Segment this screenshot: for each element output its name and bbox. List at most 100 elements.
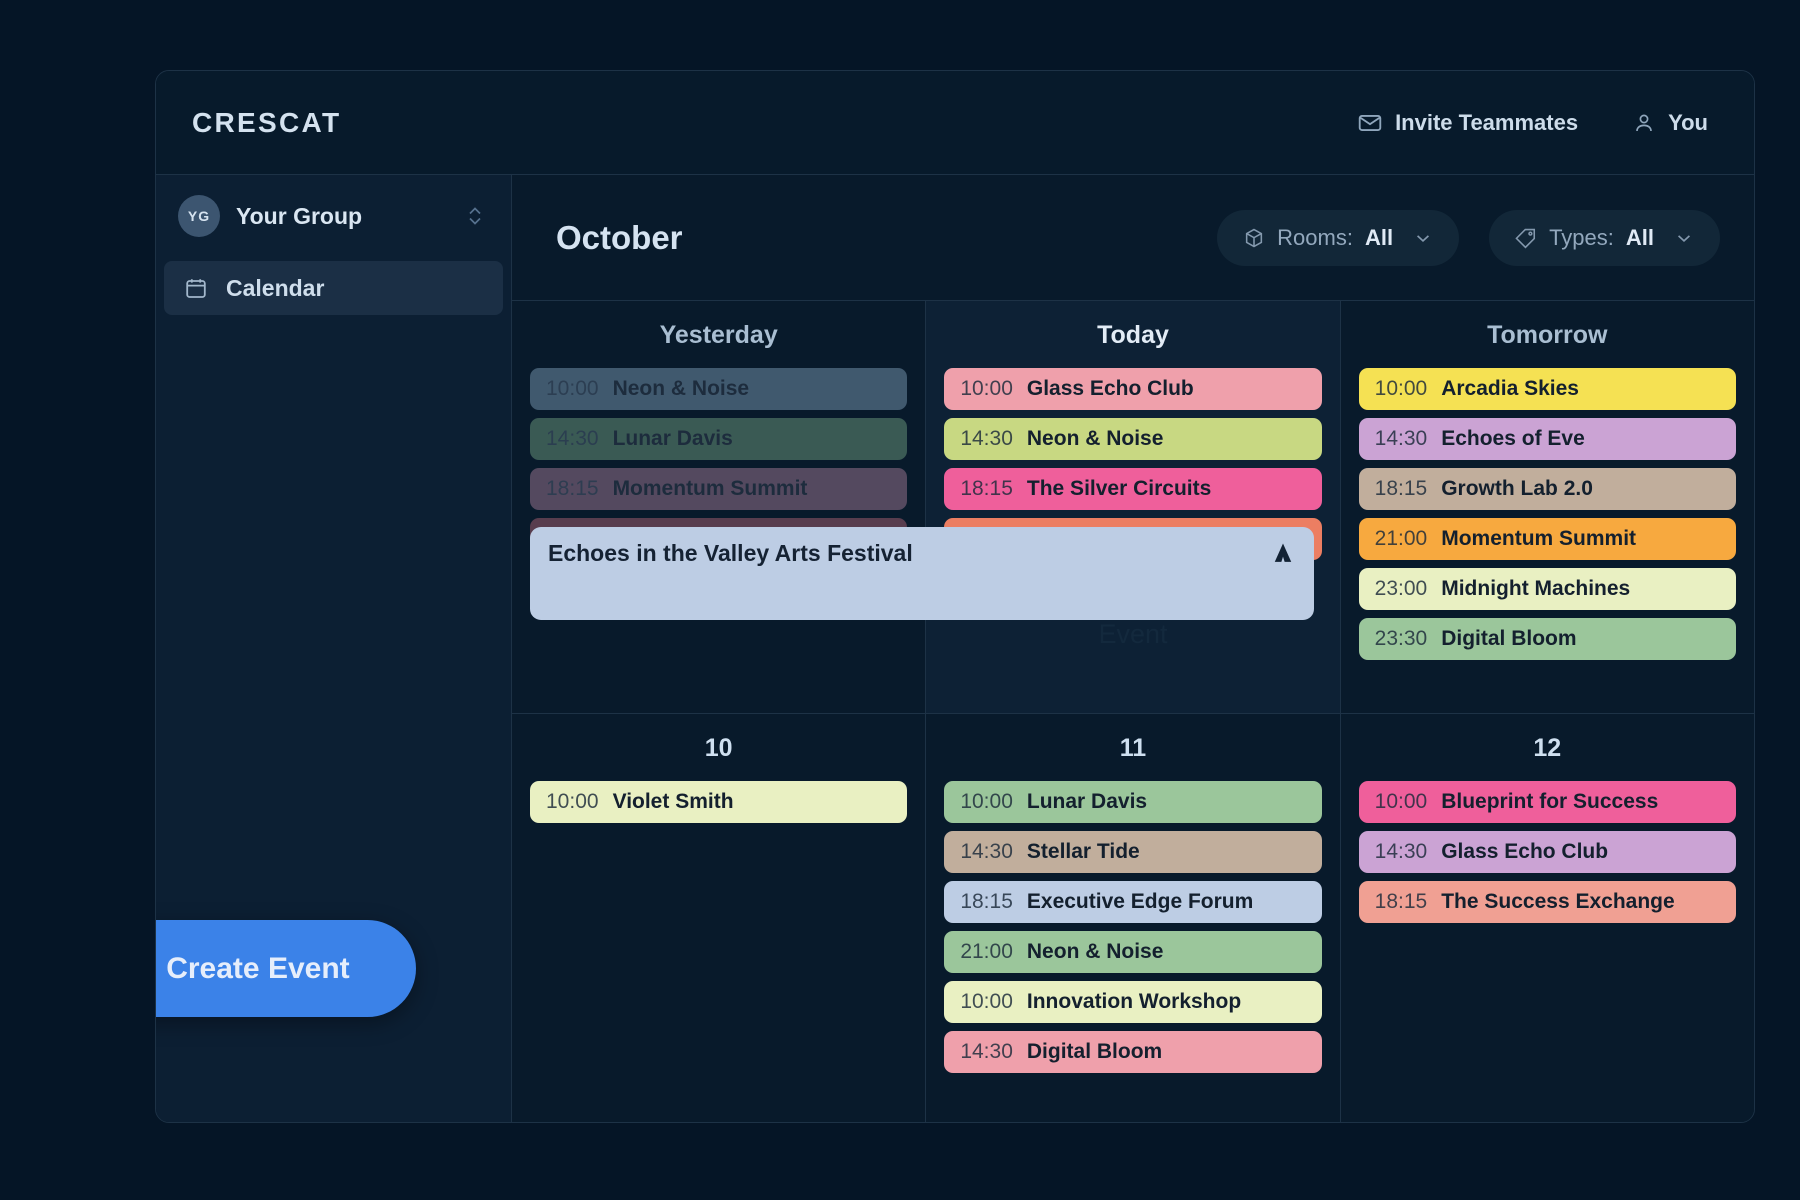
top-bar-actions: Invite Teammates You: [1357, 110, 1708, 136]
event-time: 10:00: [1375, 377, 1428, 401]
calendar-event[interactable]: 21:00 Momentum Summit: [1359, 518, 1736, 560]
event-time: 21:00: [960, 940, 1013, 964]
event-name: Midnight Machines: [1441, 577, 1630, 601]
day-heading: 11: [944, 734, 1321, 763]
create-event-label: Create Event: [166, 952, 349, 986]
festival-event-banner[interactable]: Echoes in the Valley Arts Festival: [530, 527, 1314, 620]
chevron-up-down-icon: [465, 203, 485, 229]
calendar-event[interactable]: 18:15Executive Edge Forum: [944, 881, 1321, 923]
sidebar-item-calendar-label: Calendar: [226, 275, 324, 302]
calendar-event[interactable]: 14:30Neon & Noise: [944, 418, 1321, 460]
event-name: Lunar Davis: [613, 427, 733, 451]
calendar-event[interactable]: 18:15 Momentum Summit: [530, 468, 907, 510]
app-body: YG Your Group Calendar: [156, 175, 1754, 1122]
event-name: Blueprint for Success: [1441, 790, 1658, 814]
event-time: 14:30: [960, 840, 1013, 864]
event-name: Momentum Summit: [613, 477, 808, 501]
event-name: Lunar Davis: [1027, 790, 1147, 814]
day-column: Tomorrow 10:00Arcadia Skies 14:30Echoes of…: [1341, 301, 1754, 713]
calendar-event[interactable]: 10:00 Violet Smith: [530, 781, 907, 823]
calendar-toolbar: October Rooms: All: [512, 175, 1754, 301]
event-time: 10:00: [960, 377, 1013, 401]
group-switcher[interactable]: YG Your Group: [156, 175, 511, 257]
event-time: 10:00: [546, 790, 599, 814]
day-heading: Today: [944, 321, 1321, 350]
event-time: 23:00: [1375, 577, 1428, 601]
event-time: 10:00: [960, 990, 1013, 1014]
calendar-event[interactable]: 14:30Digital Bloom: [944, 1031, 1321, 1073]
event-time: 18:15: [1375, 477, 1428, 501]
event-time: 14:30: [960, 427, 1013, 451]
sidebar: YG Your Group Calendar: [156, 175, 512, 1122]
event-name: Glass Echo Club: [1441, 840, 1608, 864]
calendar-event[interactable]: 10:00Innovation Workshop: [944, 981, 1321, 1023]
create-event-button[interactable]: + Create Event: [155, 920, 416, 1017]
event-time: 23:30: [1375, 627, 1428, 651]
event-time: 10:00: [546, 377, 599, 401]
group-name: Your Group: [236, 203, 362, 230]
day-column: 1110:00Lunar Davis14:30Stellar Tide18:15…: [926, 714, 1340, 1122]
calendar-week-row-1: Yesterday 10:00Neon & Noise 14:30 Lunar Dav…: [512, 301, 1754, 713]
event-time: 10:00: [1375, 790, 1428, 814]
event-name: Stellar Tide: [1027, 840, 1140, 864]
event-time: 21:00: [1375, 527, 1428, 551]
person-icon: [1632, 111, 1656, 135]
calendar-event[interactable]: 23:00 Midnight Machines: [1359, 568, 1736, 610]
event-time: 14:30: [1375, 840, 1428, 864]
event-name: Digital Bloom: [1441, 627, 1576, 651]
day-column: 1210:00Blueprint for Success14:30Glass E…: [1341, 714, 1754, 1122]
calendar-event[interactable]: 23:30 Digital Bloom: [1359, 618, 1736, 660]
mail-icon: [1357, 110, 1383, 136]
page-title: October: [556, 219, 683, 257]
calendar-event[interactable]: 10:00Glass Echo Club: [944, 368, 1321, 410]
event-time: 18:15: [546, 477, 599, 501]
day-heading: Yesterday: [530, 321, 907, 350]
main-panel: October Rooms: All: [512, 175, 1754, 1122]
event-name: Echoes of Eve: [1441, 427, 1585, 451]
calendar-event[interactable]: 18:15 The Success Exchange: [1359, 881, 1736, 923]
calendar-event[interactable]: 14:30 Glass Echo Club: [1359, 831, 1736, 873]
calendar-event[interactable]: 10:00Lunar Davis: [944, 781, 1321, 823]
types-filter-label: Types:: [1549, 225, 1614, 251]
chevron-down-icon: [1413, 228, 1433, 248]
sidebar-item-calendar[interactable]: Calendar: [164, 261, 503, 315]
day-column: Today 10:00Glass Echo Club 14:30Neon & Noi…: [926, 301, 1340, 713]
group-avatar: YG: [178, 195, 220, 237]
tag-icon: [1515, 227, 1537, 249]
event-name: Momentum Summit: [1441, 527, 1636, 551]
calendar-event[interactable]: 10:00 Blueprint for Success: [1359, 781, 1736, 823]
types-filter[interactable]: Types: All: [1489, 210, 1720, 266]
calendar-event[interactable]: 10:00Arcadia Skies: [1359, 368, 1736, 410]
calendar-event[interactable]: 18:15 Growth Lab 2.0: [1359, 468, 1736, 510]
cube-icon: [1243, 227, 1265, 249]
calendar-icon: [184, 276, 208, 300]
calendar-week-row-2: 1010:00Violet Smith1110:00Lunar Davis14:…: [512, 713, 1754, 1122]
tent-icon: [1270, 540, 1296, 566]
calendar-event[interactable]: 14:30 Stellar Tide: [944, 831, 1321, 873]
event-name: Neon & Noise: [1027, 940, 1164, 964]
event-name: Violet Smith: [613, 790, 734, 814]
event-time: 18:15: [1375, 890, 1428, 914]
calendar-event[interactable]: 14:30 Lunar Davis: [530, 418, 907, 460]
calendar-event[interactable]: 18:15 The Silver Circuits: [944, 468, 1321, 510]
top-bar: CRESCAT Invite Teammates Y: [156, 71, 1754, 175]
event-name: The Silver Circuits: [1027, 477, 1211, 501]
calendar-event[interactable]: 21:00 Neon & Noise: [944, 931, 1321, 973]
user-menu-button[interactable]: You: [1632, 110, 1708, 136]
day-heading: 10: [530, 734, 907, 763]
rooms-filter[interactable]: Rooms: All: [1217, 210, 1459, 266]
event-time: 14:30: [546, 427, 599, 451]
invite-teammates-button[interactable]: Invite Teammates: [1357, 110, 1578, 136]
event-name: The Success Exchange: [1441, 890, 1674, 914]
rooms-filter-label: Rooms:: [1277, 225, 1353, 251]
event-name: Growth Lab 2.0: [1441, 477, 1593, 501]
event-placeholder-text: Event: [926, 619, 1339, 650]
chevron-down-icon: [1674, 228, 1694, 248]
day-heading: Tomorrow: [1359, 321, 1736, 350]
calendar-event[interactable]: 14:30Echoes of Eve: [1359, 418, 1736, 460]
day-column: 10 10:00 Violet Smith: [512, 714, 926, 1122]
event-time: 14:30: [960, 1040, 1013, 1064]
calendar-event[interactable]: 10:00Neon & Noise: [530, 368, 907, 410]
event-time: 18:15: [960, 477, 1013, 501]
festival-event-name: Echoes in the Valley Arts Festival: [548, 540, 913, 567]
